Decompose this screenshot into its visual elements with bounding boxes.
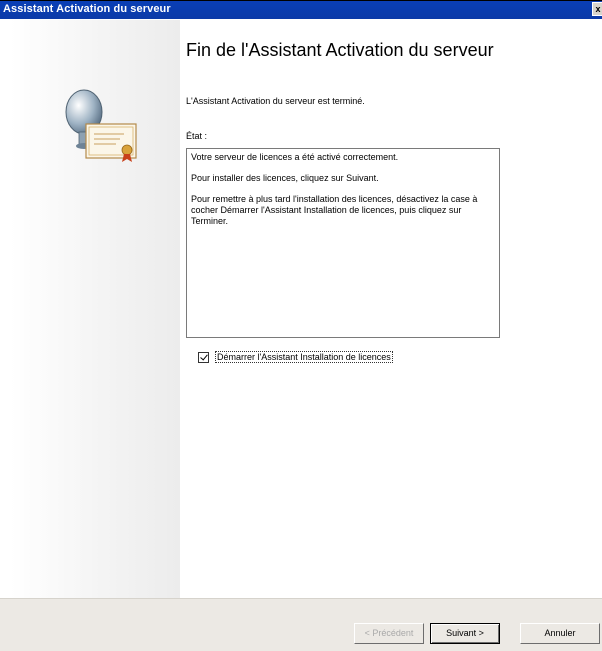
server-certificate-icon (65, 89, 137, 162)
state-label: État : (186, 131, 208, 141)
page-title: Fin de l'Assistant Activation du serveur (186, 40, 494, 60)
title-bar[interactable]: Assistant Activation du serveur x (0, 1, 602, 19)
page-subtitle: L'Assistant Activation du serveur est te… (186, 96, 365, 106)
start-license-wizard-label[interactable]: Démarrer l'Assistant Installation de lic… (215, 351, 393, 363)
start-license-wizard-option[interactable]: Démarrer l'Assistant Installation de lic… (198, 351, 393, 363)
start-license-wizard-checkbox[interactable] (198, 351, 209, 363)
state-paragraph: Pour remettre à plus tard l'installation… (191, 194, 478, 226)
wizard-side-panel (10, 20, 180, 598)
cancel-button[interactable]: Annuler (520, 623, 600, 644)
button-bar: < Précédent Suivant > Annuler (0, 598, 602, 651)
state-paragraph: Votre serveur de licences a été activé c… (191, 152, 399, 162)
window-title: Assistant Activation du serveur (3, 3, 171, 15)
state-paragraph: Pour installer des licences, cliquez sur… (191, 173, 379, 183)
wizard-window: Assistant Activation du serveur x Fin de… (0, 0, 602, 651)
previous-button[interactable]: < Précédent (354, 623, 424, 644)
next-button[interactable]: Suivant > (430, 623, 500, 644)
close-button[interactable]: x (592, 2, 602, 16)
state-text-box[interactable]: Votre serveur de licences a été activé c… (186, 148, 500, 338)
